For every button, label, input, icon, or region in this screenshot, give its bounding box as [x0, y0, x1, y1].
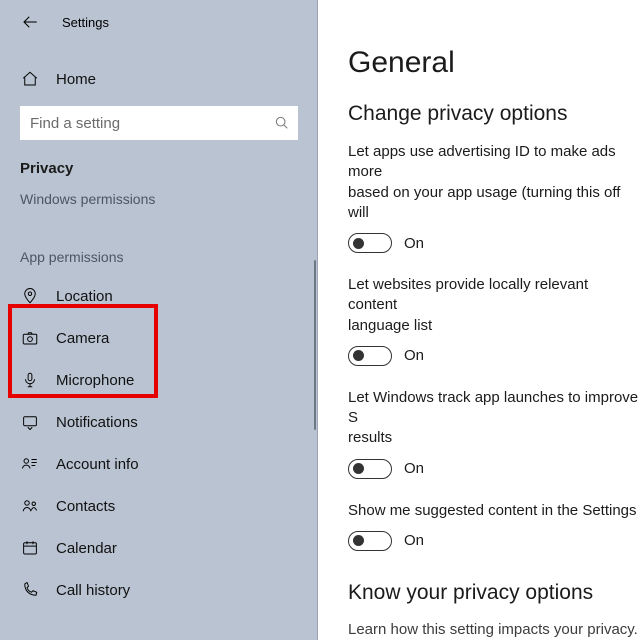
setting-label: Let apps use advertising ID to make ads …: [348, 142, 640, 223]
setting-label: Show me suggested content in the Setting…: [348, 501, 640, 521]
notifications-icon: [20, 413, 40, 431]
sidebar-item-label: Location: [56, 288, 113, 305]
sidebar-item-microphone[interactable]: Microphone: [0, 359, 318, 401]
sidebar-item-account-info[interactable]: Account info: [0, 443, 318, 485]
section-heading: Know your privacy options: [348, 581, 640, 605]
setting-label: Let Windows track app launches to improv…: [348, 388, 640, 449]
sidebar-item-label: Notifications: [56, 414, 138, 431]
contacts-icon: [20, 497, 40, 515]
account-info-icon: [20, 455, 40, 473]
sidebar-item-calendar[interactable]: Calendar: [0, 527, 318, 569]
setting-label: Let websites provide locally relevant co…: [348, 275, 640, 336]
setting-suggested-content: Show me suggested content in the Setting…: [348, 501, 640, 551]
sidebar-item-notifications[interactable]: Notifications: [0, 401, 318, 443]
sidebar: Settings Home Privacy Windows permission…: [0, 0, 318, 640]
setting-language-list: Let websites provide locally relevant co…: [348, 275, 640, 366]
title-bar: Settings: [0, 0, 318, 38]
section-subtitle[interactable]: Windows permissions: [0, 181, 318, 211]
home-icon: [20, 70, 40, 88]
search-input[interactable]: [28, 114, 274, 133]
main-content: General Change privacy options Let apps …: [318, 0, 640, 640]
toggle-language-list[interactable]: [348, 346, 392, 366]
toggle-app-launches[interactable]: [348, 459, 392, 479]
call-history-icon: [20, 581, 40, 599]
sidebar-item-label: Contacts: [56, 498, 115, 515]
sidebar-item-home[interactable]: Home: [0, 60, 318, 98]
category-title: App permissions: [0, 239, 318, 269]
microphone-icon: [20, 371, 40, 389]
section-title: Privacy: [0, 140, 318, 181]
sidebar-item-call-history[interactable]: Call history: [0, 569, 318, 611]
search-box[interactable]: [20, 106, 298, 140]
toggle-state: On: [404, 235, 424, 252]
back-button[interactable]: [20, 12, 40, 32]
sidebar-item-label: Home: [56, 71, 96, 88]
sidebar-item-label: Call history: [56, 582, 130, 599]
sidebar-item-camera[interactable]: Camera: [0, 317, 318, 359]
camera-icon: [20, 329, 40, 347]
location-icon: [20, 287, 40, 305]
search-container: [0, 98, 318, 140]
section-heading: Change privacy options: [348, 102, 640, 126]
page-title: General: [348, 46, 640, 80]
sidebar-item-location[interactable]: Location: [0, 275, 318, 317]
search-icon: [274, 115, 290, 131]
sidebar-item-label: Camera: [56, 330, 109, 347]
sidebar-item-label: Calendar: [56, 540, 117, 557]
app-title: Settings: [62, 15, 109, 30]
toggle-suggested-content[interactable]: [348, 531, 392, 551]
section-description: Learn how this setting impacts your priv…: [348, 621, 640, 638]
arrow-left-icon: [21, 13, 39, 31]
toggle-state: On: [404, 532, 424, 549]
toggle-advertising-id[interactable]: [348, 233, 392, 253]
setting-app-launches: Let Windows track app launches to improv…: [348, 388, 640, 479]
sidebar-item-label: Account info: [56, 456, 139, 473]
sidebar-item-contacts[interactable]: Contacts: [0, 485, 318, 527]
calendar-icon: [20, 539, 40, 557]
sidebar-item-label: Microphone: [56, 372, 134, 389]
toggle-state: On: [404, 347, 424, 364]
toggle-state: On: [404, 460, 424, 477]
setting-advertising-id: Let apps use advertising ID to make ads …: [348, 142, 640, 253]
